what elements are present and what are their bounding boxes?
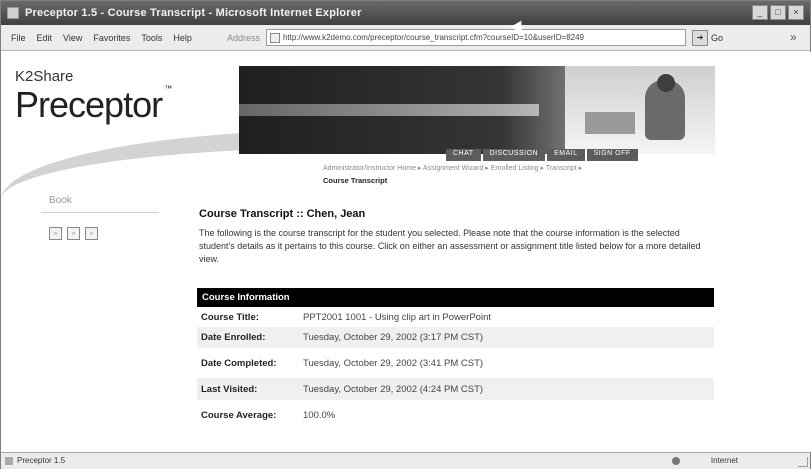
top-nav: CHAT DISCUSSION EMAIL SIGN OFF [446,149,638,161]
minimize-button[interactable]: _ [752,5,768,20]
row-value: 100.0% [303,409,336,421]
window-controls: _ □ × [752,5,804,20]
row-label: Date Completed: [201,357,277,369]
globe-icon [672,457,680,465]
page-title: Course Transcript :: Chen, Jean [199,208,366,220]
title-bar: Preceptor 1.5 - Course Transcript - Micr… [1,1,810,25]
row-label: Course Title: [201,312,259,323]
resize-grip[interactable] [798,457,808,467]
menu-view[interactable]: View [63,33,82,43]
breadcrumb[interactable]: Administrator/Instructor Home ▸ Assignme… [323,164,723,172]
course-info-header: Course Information [197,288,714,307]
menu-bar: File Edit View Favorites Tools Help Addr… [1,25,810,51]
address-label: Address [226,32,260,43]
header-banner [239,66,715,154]
ie-icon [7,7,19,19]
table-row: Date Enrolled: Tuesday, October 29, 2002… [197,327,714,348]
browser-window: Preceptor 1.5 - Course Transcript - Micr… [0,0,811,469]
page-icon [269,33,280,43]
address-input[interactable]: http://www.k2demo.com/preceptor/course_t… [265,29,686,46]
menu-help[interactable]: Help [173,33,192,43]
photo-equipment [585,112,635,134]
company-name: K2Share [15,68,74,85]
table-row: Last Visited: Tuesday, October 29, 2002 … [197,378,714,400]
product-logo: Preceptor ™ [15,84,172,126]
sidebar-title: Book [49,195,72,206]
go-arrow-icon[interactable]: ➔ [691,29,708,46]
page-icon[interactable]: ▫ [67,227,80,240]
nav-sign-off[interactable]: SIGN OFF [586,149,638,161]
page-done-icon [5,457,13,465]
nav-email[interactable]: EMAIL [547,149,585,161]
banner-streak [239,104,539,116]
intro-text: The following is the course transcript f… [199,228,701,264]
window-title: Preceptor 1.5 - Course Transcript - Micr… [25,7,362,19]
go-button[interactable]: Go [711,33,723,43]
security-zone: Internet [710,456,738,465]
row-label: Last Visited: [197,378,297,400]
breadcrumb-current: Course Transcript [323,176,388,185]
row-value: Tuesday, October 29, 2002 (3:41 PM CST) [303,357,484,369]
row-label: Date Enrolled: [197,327,297,348]
site-header: K2Share Preceptor ™ CHAT DISCUSSION EMAIL… [1,52,811,162]
table-row: Date Completed: Tuesday, October 29, 200… [197,348,714,378]
status-bar: Preceptor 1.5 Internet [1,452,810,469]
trademark-symbol: ™ [164,84,172,93]
page-icon[interactable]: ▫ [49,227,62,240]
banner-photo [565,66,715,154]
menu-favorites[interactable]: Favorites [93,33,130,43]
nav-discussion[interactable]: DISCUSSION [482,149,546,161]
status-text: Preceptor 1.5 [17,456,66,465]
page-content: K2Share Preceptor ™ CHAT DISCUSSION EMAIL… [1,52,811,452]
links-icon[interactable]: » [790,30,804,44]
photo-person-head [657,74,675,92]
menu-file[interactable]: File [11,33,26,43]
course-info-table: Course Title: PPT2001 1001 - Using clip … [197,308,714,430]
nav-chat[interactable]: CHAT [446,149,481,161]
maximize-button[interactable]: □ [770,5,786,20]
address-value: http://www.k2demo.com/preceptor/course_t… [282,33,584,42]
page-icon[interactable]: ▫ [85,227,98,240]
sidebar-icons: ▫ ▫ ▫ [49,227,98,240]
menu-tools[interactable]: Tools [141,33,162,43]
sidebar-divider [41,212,159,213]
menu-edit[interactable]: Edit [37,33,53,43]
row-value: PPT2001 1001 - Using clip art in PowerPo… [303,312,491,323]
row-value: Tuesday, October 29, 2002 (3:17 PM CST) [297,327,714,348]
product-name: Preceptor [15,84,163,125]
row-value: Tuesday, October 29, 2002 (4:24 PM CST) [297,378,714,400]
table-row: Course Average: 100.0% [197,400,714,430]
table-row: Course Title: PPT2001 1001 - Using clip … [197,308,714,327]
row-label: Course Average: [201,409,277,421]
close-button[interactable]: × [788,5,804,20]
